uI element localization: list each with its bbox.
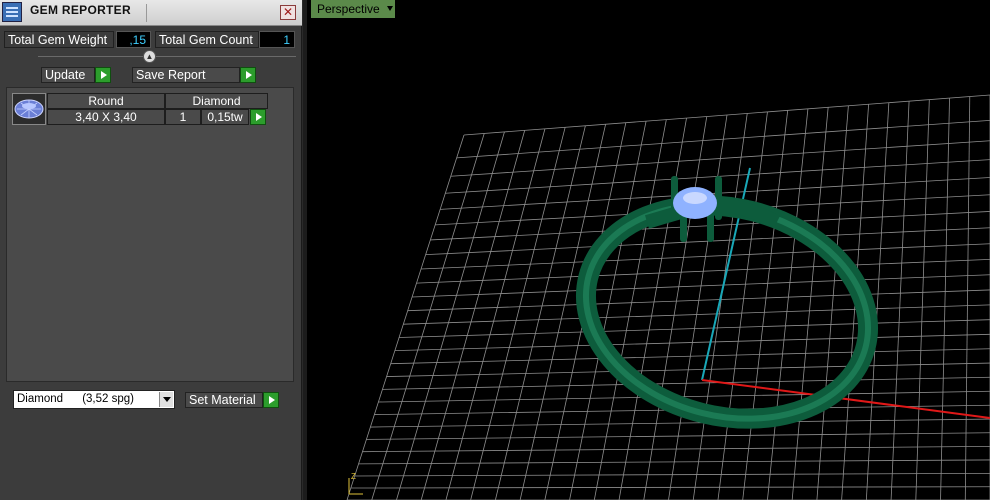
save-report-play-arrow-icon[interactable] [240, 67, 256, 83]
grid-line [371, 133, 485, 500]
grid-line [692, 113, 748, 500]
panel-title: GEM REPORTER [30, 3, 131, 17]
axis-gizmo-icon: Z [348, 472, 363, 495]
prong [715, 176, 722, 220]
gem-row-play-arrow-icon[interactable] [250, 109, 266, 125]
grid-line [791, 107, 829, 500]
update-button[interactable]: Update [41, 67, 95, 83]
round-gem-icon[interactable] [12, 93, 46, 125]
viewport-canvas: Z [346, 94, 990, 500]
svg-text:Z: Z [351, 472, 356, 481]
set-material-play-arrow-icon[interactable] [263, 392, 279, 408]
gem-reporter-panel: GEM REPORTER ✕ Total Gem Weight ,15 Tota… [0, 0, 302, 500]
total-gem-count-value: 1 [259, 31, 295, 48]
gem-material-header: Diamond [165, 93, 268, 109]
gem-list-area: Round Diamond 3,40 X 3,40 1 0,15tw [6, 87, 294, 382]
grid-line [346, 134, 465, 500]
material-select[interactable]: Diamond (3,52 spg) [13, 390, 175, 409]
grid-line [593, 119, 667, 500]
view-dropdown-arrow-icon[interactable] [385, 0, 395, 18]
gem-count-cell: 1 [165, 109, 201, 125]
grid-line [445, 128, 546, 500]
app-root: GEM REPORTER ✕ Total Gem Weight ,15 Tota… [0, 0, 990, 500]
gem-size-cell: 3,40 X 3,40 [47, 109, 165, 125]
gem-shape-header: Round [47, 93, 165, 109]
gem-table-highlight [683, 192, 707, 204]
material-select-value: Diamond (3,52 spg) [17, 393, 134, 405]
grid-line [717, 111, 768, 500]
total-gem-weight-label: Total Gem Weight [4, 31, 114, 48]
perspective-viewport[interactable]: Z Perspective [307, 0, 990, 500]
ground-grid [346, 94, 990, 500]
grid-line [964, 96, 971, 500]
collapse-icon[interactable]: ▲ [143, 50, 156, 63]
grid-line [816, 105, 849, 500]
set-material-button[interactable]: Set Material [185, 392, 263, 408]
section-divider [38, 56, 296, 57]
grid-line [420, 130, 526, 500]
grid-line [940, 98, 950, 500]
view-mode-tab[interactable]: Perspective [311, 0, 387, 18]
gem-reporter-app-icon [2, 2, 22, 22]
save-report-button[interactable]: Save Report [132, 67, 240, 83]
grid-line [767, 108, 809, 500]
total-gem-count-label: Total Gem Count [155, 31, 259, 48]
grid-line [396, 131, 505, 500]
grid-line [890, 101, 910, 500]
grid-line [494, 125, 586, 500]
gem-weight-cell: 0,15tw [201, 109, 249, 125]
close-icon[interactable]: ✕ [280, 5, 296, 20]
title-separator [146, 4, 147, 22]
grid-line [915, 99, 930, 500]
panel-titlebar[interactable]: GEM REPORTER ✕ [0, 0, 302, 26]
grid-line [470, 127, 566, 500]
update-play-arrow-icon[interactable] [95, 67, 111, 83]
total-gem-weight-value: ,15 [116, 31, 151, 48]
dropdown-arrow-icon[interactable] [159, 392, 173, 407]
